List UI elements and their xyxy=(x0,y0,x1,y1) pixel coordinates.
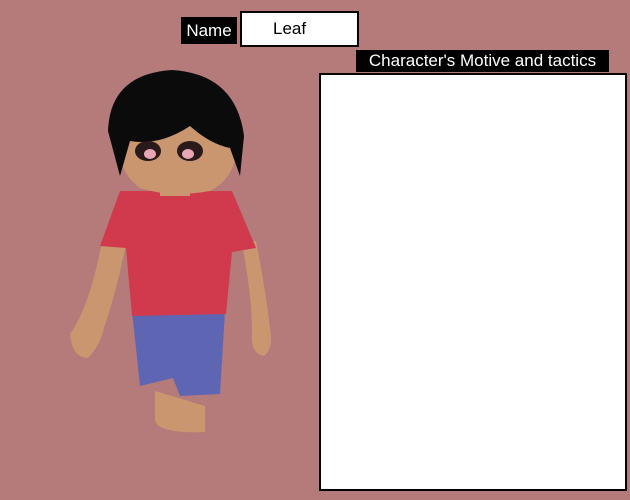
motive-label: Character's Motive and tactics xyxy=(356,50,609,72)
character-figure-icon xyxy=(70,70,272,433)
name-field[interactable]: Leaf xyxy=(240,11,359,47)
name-label: Name xyxy=(181,17,237,44)
motive-textarea[interactable] xyxy=(319,73,627,491)
character-sheet: { "name": { "label": "Name", "value": "L… xyxy=(0,0,630,500)
